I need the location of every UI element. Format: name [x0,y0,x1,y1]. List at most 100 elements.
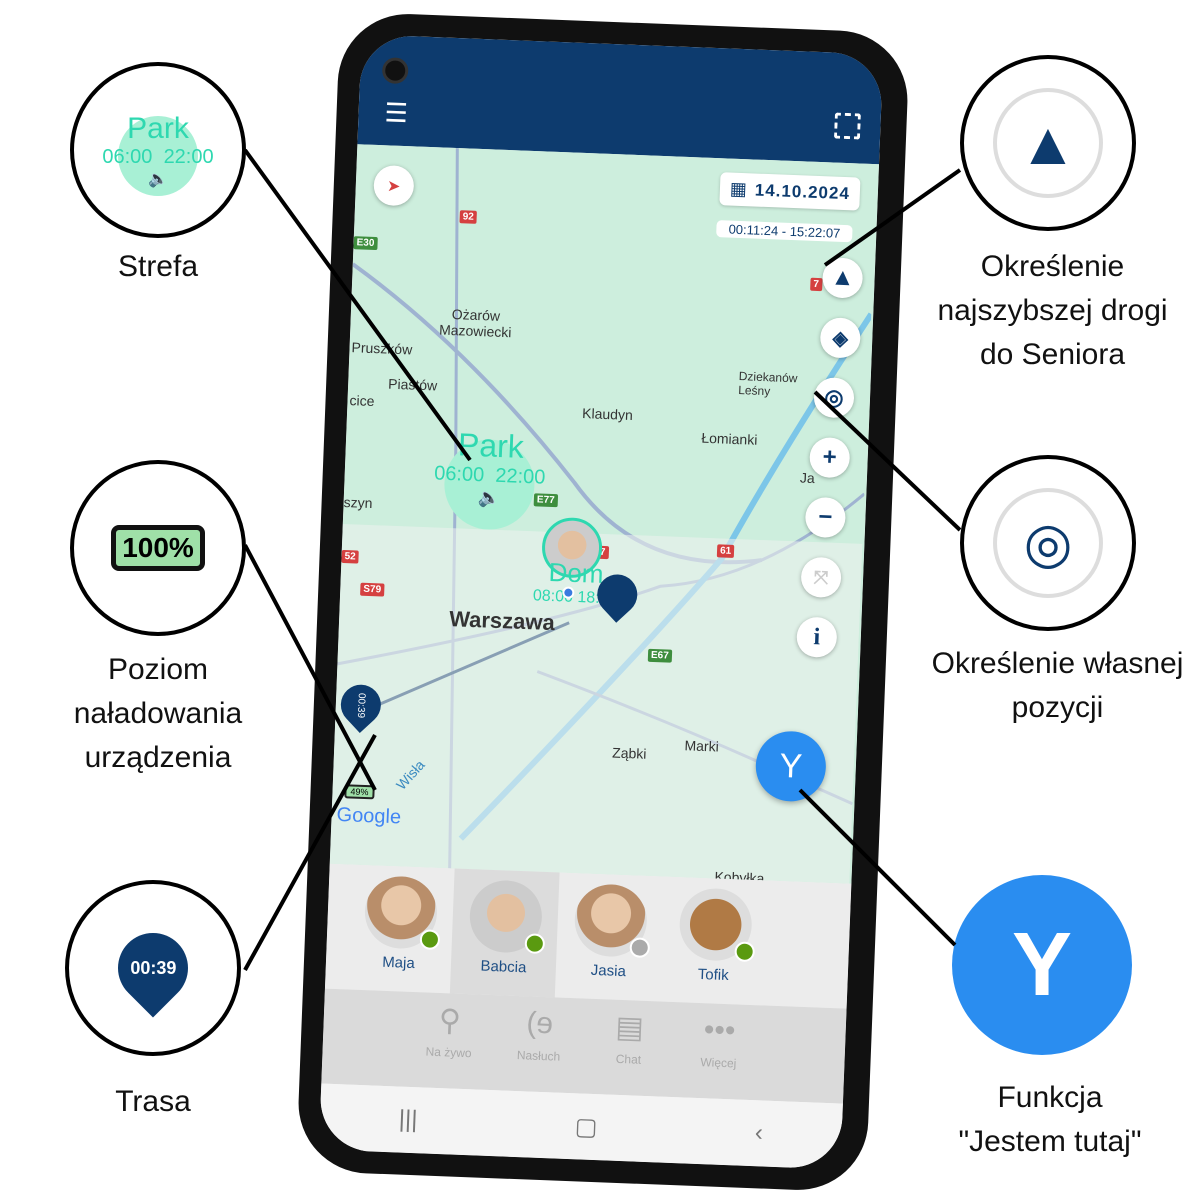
contact-name: Maja [381,953,416,973]
date-value: 14.10.2024 [754,180,851,203]
online-status [419,929,440,950]
callout-battery: 100% [70,460,246,636]
avatar [677,887,755,963]
offline-status [628,937,650,959]
callout-zone-label: Strefa [117,250,199,283]
map-label: Klaudyn [581,405,634,423]
fullscreen-icon[interactable] [833,112,861,140]
nav-more[interactable]: ••• Więcej [687,1013,750,1100]
app-header: ☰ [357,34,884,165]
map-label-warszawa: Warszawa [448,606,556,636]
date-picker[interactable]: ▦ 14.10.2024 [719,172,861,211]
contact-name: Jasia [590,961,627,981]
home-icon[interactable]: ▢ [574,1112,598,1142]
nav-label: Nasłuch [516,1048,561,1064]
label-line: Określenie [980,250,1125,283]
battery-icon: 100% [111,525,205,571]
road-shield: 7 [810,277,823,292]
route-marker-icon: 00:39 [129,957,177,978]
map-label: Ożarów Mazowiecki [438,305,512,341]
callout-route: 00:39 [65,880,241,1056]
navigate-icon: ▲ [993,88,1103,198]
zone-end: 22:00 [494,464,546,489]
road-shield: E30 [353,236,378,251]
contact-tofik[interactable]: Tofik [660,877,770,1006]
map-label: cice [349,392,375,410]
avatar [468,879,545,954]
callout-zone-start: 06:00 [102,145,153,168]
calendar-icon: ▦ [729,178,748,200]
nav-live[interactable]: ⚲ Na żywo [417,1002,480,1089]
map-label: Dziekanów Leśny [737,369,798,399]
speaker-icon: 🔈 [148,170,168,188]
label-line: naładowania [73,697,243,730]
avatar [363,875,440,950]
callout-here-label: Funkcja "Jestem tutaj" [930,1076,1170,1164]
callout-zone: Park 06:00 22:00 🔈 [70,62,246,238]
map-label: Ja [799,469,816,487]
callout-zone-title: Park [127,111,189,145]
road-shield: S79 [360,582,385,597]
label-line: urządzenia [84,741,232,774]
label-line: Poziom [107,653,209,686]
avatar [572,883,650,959]
ear-icon: (ɘ [525,1006,554,1041]
map-label: szyn [343,493,373,512]
map-label: Łomianki [701,429,758,448]
road-shield: 52 [341,549,359,564]
phone: ☰ ➤ ▦ 14.10.2024 00:11:24 - 15:22:07 Oża… [295,11,911,1193]
recents-icon[interactable]: ||| [398,1106,418,1135]
phone-screen: ☰ ➤ ▦ 14.10.2024 00:11:24 - 15:22:07 Oża… [318,34,884,1170]
callout-route-label: Trasa [115,1085,191,1118]
nav-label: Chat [615,1051,642,1067]
callout-locate: ◎ [960,455,1136,631]
contact-babcia[interactable]: Babcia [449,868,560,998]
route-marker-time: 00:39 [354,692,367,718]
live-tracking-icon: ⚲ [438,1004,462,1038]
road-shield: 92 [459,210,478,224]
callout-navigate: ▲ [960,55,1136,231]
callout-navigate-label: Określenie najszybszej drogi do Seniora [920,245,1185,377]
nav-chat[interactable]: ▤ Chat [597,1009,660,1096]
label-line: najszybszej drogi [937,294,1168,327]
person-arms-up-icon: Y [1011,914,1073,1015]
back-icon[interactable]: ‹ [754,1119,763,1147]
label-line: Funkcja [997,1081,1103,1114]
camera-icon [381,57,409,85]
chat-icon: ▤ [614,1010,645,1045]
my-location-icon: ◎ [993,488,1103,598]
person-arms-up-icon: Y [778,746,803,786]
contact-jasia[interactable]: Jasia [555,873,665,1002]
zone-label: Park 06:00 22:00 🔈 [414,425,567,512]
label-line: "Jestem tutaj" [958,1125,1142,1158]
nav-listen[interactable]: (ɘ Nasłuch [507,1006,570,1093]
label-line: do Seniora [979,338,1126,371]
callout-locate-label: Określenie własnej pozycji [915,642,1200,730]
hamburger-icon[interactable]: ☰ [384,97,408,129]
nav-label: Więcej [700,1055,737,1071]
zone-start: 06:00 [433,462,485,487]
nav-label: Na żywo [425,1044,472,1061]
zone-name: Park [457,426,525,465]
map-label: Pruszków [351,339,413,358]
label-line: pozycji [1011,691,1104,724]
map-label: Marki [684,737,720,755]
contacts-bar: Maja Babcia Jasia Tofik [324,863,852,1009]
map[interactable]: ➤ ▦ 14.10.2024 00:11:24 - 15:22:07 Ożaró… [329,144,880,884]
contact-name: Tofik [697,965,729,985]
google-logo: Google [336,803,402,829]
more-icon: ••• [703,1013,737,1048]
map-label: Piastów [387,375,438,394]
callout-zone-end: 22:00 [163,145,214,168]
callout-here: Y [952,875,1132,1055]
online-status [523,933,545,954]
label-line: Określenie własnej [931,647,1184,680]
road-shield: E67 [647,648,673,663]
contact-name: Babcia [480,957,527,977]
callout-battery-label: Poziom naładowania urządzenia [40,648,276,780]
battery-indicator: 49% [344,784,375,800]
contact-maja[interactable]: Maja [345,864,455,993]
map-label: Ząbki [611,744,647,762]
online-status [733,941,755,963]
road-shield: 61 [716,544,735,558]
